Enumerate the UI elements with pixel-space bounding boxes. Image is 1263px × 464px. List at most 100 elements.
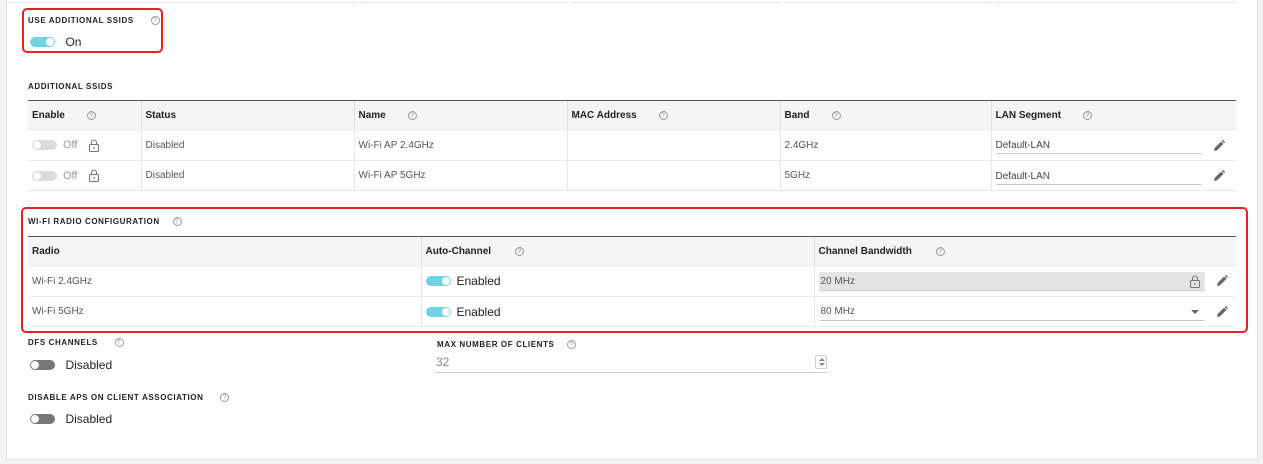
help-icon[interactable]: ? [658,111,668,121]
help-icon[interactable]: ? [114,338,124,348]
dfs-channels-toggle-row: Disabled [30,356,112,374]
disable-aps-label: DISABLE APS ON CLIENT ASSOCIATION ? [28,393,230,403]
top-divider [571,0,781,3]
pencil-icon[interactable] [1215,305,1229,319]
enable-state: Off [63,169,78,182]
auto-channel-cell: Enabled [420,266,814,297]
table-row: Wi-Fi 2.4GHz Enabled 20 MHz [28,266,1236,297]
dfs-channels-toggle[interactable] [30,359,55,370]
lan-segment-cell: Default-LAN [990,160,1236,191]
lock-icon [89,139,100,152]
help-icon[interactable]: ? [567,340,577,350]
help-icon[interactable]: ? [220,393,230,403]
mac-cell [566,130,780,161]
additional-ssids-table: Enable? Status Name? MAC Address? Band? … [28,100,1236,191]
auto-channel-toggle[interactable] [425,306,451,317]
enable-toggle[interactable] [32,170,57,181]
column-header-bandwidth-text: Channel Bandwidth [818,246,912,258]
help-icon[interactable]: ? [86,111,96,121]
column-header-auto-channel-text: Auto-Channel [425,246,492,258]
status-cell: Disabled [140,130,354,161]
mac-cell [566,160,780,191]
lan-segment-field[interactable]: Default-LAN [995,167,1202,185]
pencil-icon[interactable] [1212,139,1226,153]
disable-aps-text: DISABLE APS ON CLIENT ASSOCIATION [28,393,204,402]
pencil-icon[interactable] [1215,274,1229,288]
auto-channel-cell: Enabled [420,296,814,327]
top-divider [783,0,991,3]
bandwidth-value: 20 MHz [820,275,855,287]
table-row: Off Disabled Wi-Fi AP 5GHz 5GHz Default-… [28,160,1236,191]
bandwidth-select-locked: 20 MHz [818,271,1205,291]
max-clients-value: 32 [436,355,450,369]
enable-toggle[interactable] [32,140,57,151]
column-header-auto-channel: Auto-Channel? [420,236,814,267]
lan-segment-field[interactable]: Default-LAN [995,136,1202,155]
table-header-row: Enable? Status Name? MAC Address? Band? … [28,100,1236,131]
column-header-name: Name? [353,100,567,131]
table-row: Off Disabled Wi-Fi AP 2.4GHz 2.4GHz Defa… [28,130,1236,161]
column-header-lan-segment-text: LAN Segment [995,110,1062,122]
auto-channel-toggle[interactable] [425,276,451,287]
column-header-mac-text: MAC Address [571,110,637,122]
use-additional-ssids-toggle[interactable] [30,36,55,47]
top-divider [994,0,1236,3]
help-icon[interactable]: ? [407,111,417,121]
number-stepper-icon[interactable] [815,355,827,369]
pencil-icon[interactable] [1212,169,1226,183]
column-header-enable: Enable? [28,100,141,131]
bandwidth-cell: 80 MHz [813,296,1236,327]
lock-icon [1189,275,1200,288]
chevron-down-icon[interactable] [1190,310,1199,314]
help-icon[interactable]: ? [935,247,945,257]
disable-aps-toggle[interactable] [30,413,55,424]
use-additional-ssids-state: On [65,34,82,49]
max-clients-label: MAX NUMBER OF CLIENTS ? [437,340,577,350]
column-header-status: Status [140,100,354,131]
wifi-radio-section-label: WI-FI RADIO CONFIGURATION ? [28,217,182,227]
column-header-band: Band? [779,100,991,131]
column-header-lan-segment: LAN Segment? [990,100,1236,131]
help-icon[interactable]: ? [515,247,525,257]
dfs-channels-state: Disabled [65,357,113,372]
radio-cell: Wi-Fi 5GHz [28,296,421,327]
column-header-status-text: Status [145,110,177,122]
lock-icon [89,169,100,182]
bandwidth-cell: 20 MHz [813,266,1236,297]
dfs-channels-label: DFS CHANNELS ? [28,338,124,348]
radio-cell: Wi-Fi 2.4GHz [28,266,421,297]
disable-aps-state: Disabled [65,411,113,426]
column-header-radio: Radio [28,236,421,267]
enable-state: Off [63,139,78,152]
band-cell: 2.4GHz [779,130,991,161]
enable-cell: Off [28,160,141,191]
use-additional-ssids-text: USE ADDITIONAL SSIDS [28,16,134,25]
dfs-channels-text: DFS CHANNELS [28,338,98,347]
bandwidth-select[interactable]: 80 MHz [818,302,1205,321]
auto-channel-state: Enabled [456,274,501,289]
top-divider [361,0,569,3]
max-clients-input[interactable]: 32 [436,353,828,373]
max-clients-text: MAX NUMBER OF CLIENTS [437,340,555,349]
help-icon[interactable]: ? [831,111,841,121]
help-icon[interactable]: ? [172,217,182,227]
name-cell: Wi-Fi AP 2.4GHz [353,130,567,161]
enable-cell: Off [28,130,141,161]
name-cell: Wi-Fi AP 5GHz [353,160,567,191]
column-header-bandwidth: Channel Bandwidth? [813,236,1236,267]
table-header-row: Radio Auto-Channel? Channel Bandwidth? [28,236,1236,267]
help-icon[interactable]: ? [1083,111,1093,121]
additional-ssids-section-label: ADDITIONAL SSIDS [28,82,114,91]
bandwidth-value: 80 MHz [820,306,855,317]
disable-aps-toggle-row: Disabled [30,410,112,428]
top-divider [6,0,358,3]
column-header-enable-text: Enable [32,110,65,122]
band-cell: 5GHz [779,160,991,191]
wifi-radio-section-text: WI-FI RADIO CONFIGURATION [28,217,160,226]
auto-channel-state: Enabled [456,304,501,319]
column-header-name-text: Name [358,110,386,122]
use-additional-ssids-toggle-row: On [30,33,81,51]
status-cell: Disabled [140,160,354,191]
help-icon[interactable]: ? [150,16,160,26]
lan-segment-cell: Default-LAN [990,130,1236,161]
